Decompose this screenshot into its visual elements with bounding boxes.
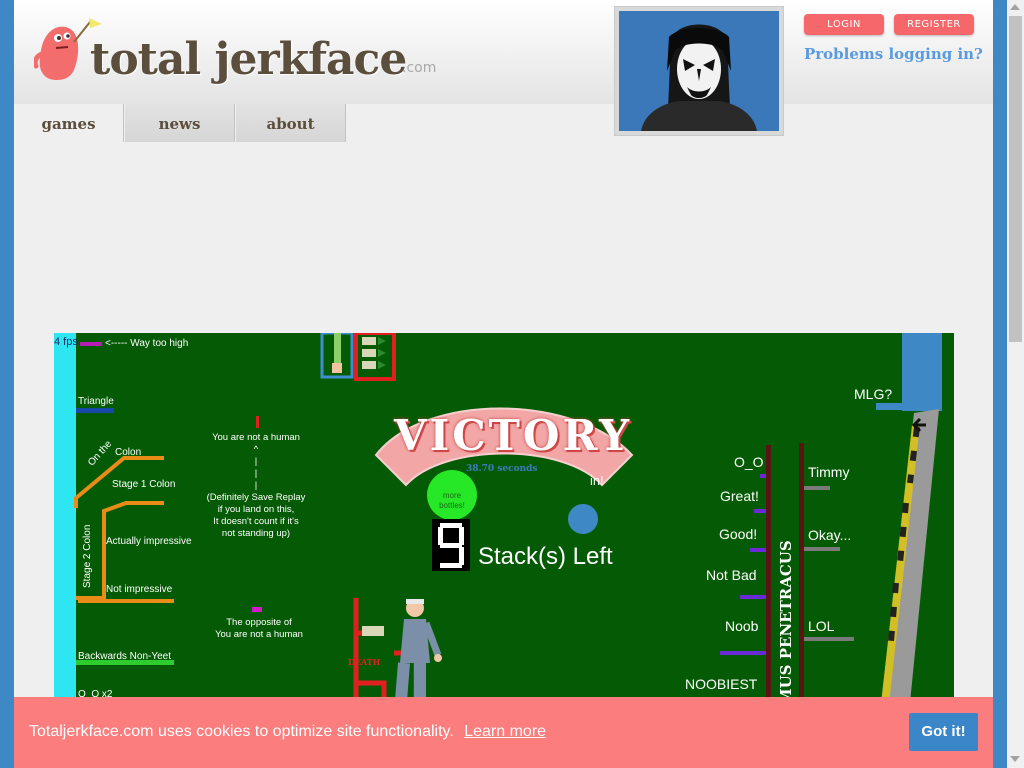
avatar-portrait-image (619, 11, 779, 131)
label-stage2-colon: Stage 2 Colon (82, 524, 93, 588)
right-label-lol: LOL (808, 618, 835, 634)
label-not-impressive: Not impressive (106, 584, 173, 595)
avatar (614, 6, 784, 136)
site-logo-text[interactable]: total jerkface (90, 34, 407, 85)
register-button[interactable]: REGISTER (894, 14, 974, 35)
label-way-too-high: <----- Way too high (105, 338, 189, 349)
tab-games[interactable]: games (14, 104, 124, 142)
label-stage1-colon: Stage 1 Colon (112, 479, 176, 490)
scroll-down-arrow-icon[interactable] (1010, 756, 1020, 762)
label-triangle: Triangle (78, 396, 114, 407)
right-label-timmy: Timmy (808, 464, 850, 480)
tab-about[interactable]: about (236, 104, 346, 142)
right-label-great: Great! (720, 488, 759, 504)
right-label-noob: Noob (725, 618, 759, 634)
label-win-partial: in! (590, 473, 604, 488)
stacks-left-label: Stack(s) Left (478, 543, 613, 570)
page-scrollbar[interactable] (1007, 0, 1024, 768)
login-button[interactable]: LOGIN (804, 14, 884, 35)
game-scene-graphics (54, 333, 942, 713)
cookie-message: Totaljerkface.com uses cookies to optimi… (29, 723, 454, 740)
victory-time: 38.70 seconds (466, 464, 538, 474)
label-colon: Colon (115, 447, 142, 458)
label-mlg: MLG? (854, 386, 893, 402)
fps-counter: 4 fps (54, 336, 78, 348)
right-label-not-bad: Not Bad (706, 567, 757, 583)
victory-banner-text: VICTORY (394, 411, 633, 460)
cookie-accept-button[interactable]: Got it! (909, 713, 978, 751)
game-canvas[interactable]: 4 fps <----- Way too high Triangle On th… (54, 333, 954, 713)
stack-count-display: 9 (432, 525, 470, 526)
label-opposite-block: The opposite of You are not a human (215, 617, 303, 640)
label-backwards-non-yeet: Backwards Non-Yeet (78, 651, 172, 662)
label-death: DEATH (348, 657, 381, 667)
scroll-up-arrow-icon[interactable] (1010, 4, 1020, 10)
vertical-banner-text: MUS PENETRACUS (777, 540, 795, 705)
header: total jerkface .com LOGIN REGISTER Probl… (14, 0, 993, 136)
cookie-learn-more-link[interactable]: Learn more (464, 723, 546, 740)
problems-logging-in-link[interactable]: Problems logging in? (804, 45, 983, 63)
label-actually-impressive: Actually impressive (106, 536, 192, 547)
scrollbar-thumb[interactable] (1009, 16, 1022, 342)
right-label-noobiest: NOOBIEST (685, 676, 758, 692)
cookie-message-container: Totaljerkface.com uses cookies to optimi… (29, 723, 546, 741)
site-logo-suffix: .com (402, 60, 437, 76)
label-more-bottles: more bottles! (439, 491, 465, 510)
right-label-okay: Okay... (808, 527, 852, 543)
right-label-good: Good! (719, 526, 758, 542)
tab-news[interactable]: news (125, 104, 235, 142)
cookie-consent-bar: Totaljerkface.com uses cookies to optimi… (14, 697, 993, 768)
right-label-oo: O_O (734, 454, 764, 470)
label-not-human-block: You are not a human ^ | | | (Definitely … (206, 432, 306, 539)
